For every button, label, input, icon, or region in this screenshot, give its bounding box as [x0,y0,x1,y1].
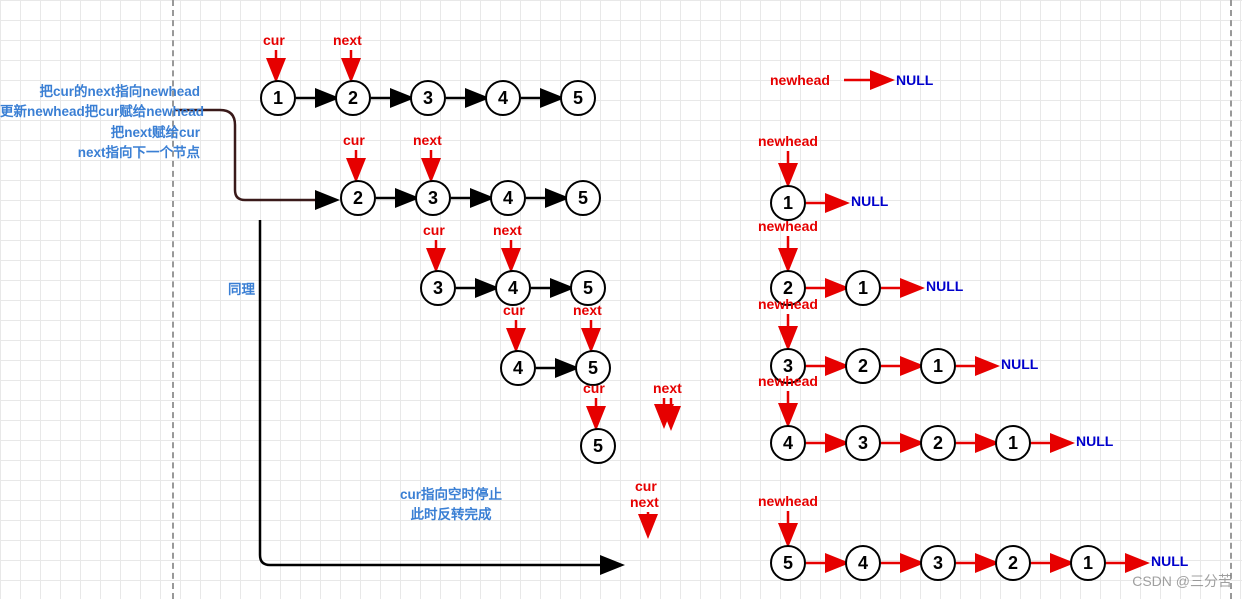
list-node: 2 [340,180,376,216]
next-label: next [653,380,682,396]
cur-label: cur [635,478,657,494]
list-node: 4 [770,425,806,461]
list-node: 5 [560,80,596,116]
list-node: 2 [995,545,1031,581]
explain-line: 把next赋给cur [0,123,200,143]
list-node: 1 [920,348,956,384]
cur-label: cur [583,380,605,396]
explain-note: 把cur的next指向newhead 更新newhead把cur赋给newhea… [0,82,200,163]
explain-line: 把cur的next指向newhead [0,82,200,102]
stop-line: 此时反转完成 [400,505,502,525]
list-node: 3 [920,545,956,581]
null-label: NULL [1151,553,1188,569]
dashed-line-right [1230,0,1232,599]
list-node: 2 [920,425,956,461]
list-node: 1 [845,270,881,306]
list-node: 3 [845,425,881,461]
null-label: NULL [851,193,888,209]
newhead-label: newhead [758,493,818,509]
list-node: 2 [335,80,371,116]
list-node: 2 [845,348,881,384]
null-label: NULL [1076,433,1113,449]
list-node: 1 [770,185,806,221]
list-node: 4 [495,270,531,306]
cur-label: cur [343,132,365,148]
list-node: 3 [410,80,446,116]
newhead-label: newhead [758,133,818,149]
null-label: NULL [1001,356,1038,372]
stop-note: cur指向空时停止 此时反转完成 [400,485,502,526]
newhead-label: newhead [770,72,830,88]
same-note: 同理 [228,280,255,300]
list-node: 4 [845,545,881,581]
next-label: next [493,222,522,238]
list-node: 5 [580,428,616,464]
list-node: 5 [570,270,606,306]
list-node: 3 [415,180,451,216]
null-label: NULL [926,278,963,294]
next-label: next [413,132,442,148]
list-node: 1 [995,425,1031,461]
newhead-label: newhead [758,373,818,389]
list-node: 5 [770,545,806,581]
next-label: next [333,32,362,48]
list-node: 3 [420,270,456,306]
explain-line: 更新newhead把cur赋给newhead [0,102,200,122]
newhead-label: newhead [758,218,818,234]
list-node: 5 [565,180,601,216]
watermark: CSDN @三分苦 [1132,571,1232,591]
next-label: next [573,302,602,318]
cur-label: cur [423,222,445,238]
list-node: 1 [260,80,296,116]
list-node: 4 [485,80,521,116]
newhead-label: newhead [758,296,818,312]
next-label: next [630,494,659,510]
cur-label: cur [503,302,525,318]
stop-line: cur指向空时停止 [400,485,502,505]
list-node: 4 [500,350,536,386]
list-node: 1 [1070,545,1106,581]
list-node: 4 [490,180,526,216]
explain-line: next指向下一个节点 [0,143,200,163]
cur-label: cur [263,32,285,48]
null-label: NULL [896,72,933,88]
